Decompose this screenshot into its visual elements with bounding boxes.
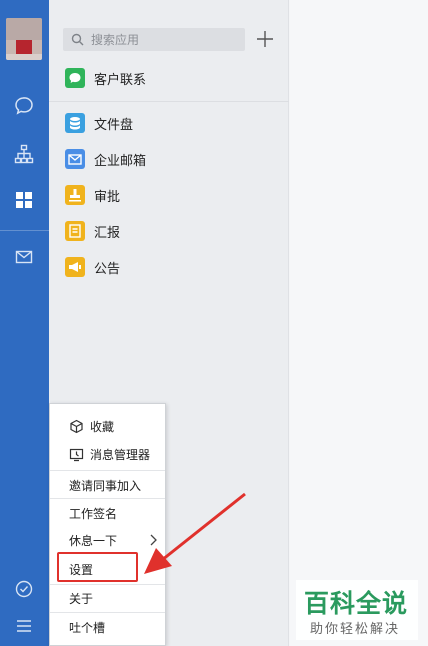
- watermark-subtitle: 助你轻松解决: [310, 622, 401, 637]
- megaphone-icon: [65, 257, 85, 277]
- search-icon: [71, 33, 84, 50]
- app-label: 文件盘: [94, 117, 134, 133]
- app-label: 审批: [94, 189, 121, 205]
- menu-item-label: 消息管理器: [90, 447, 151, 462]
- cube-icon: [69, 419, 84, 434]
- menu-item-label: 关于: [69, 591, 94, 606]
- apps-grid-icon[interactable]: [12, 188, 36, 212]
- app-label: 汇报: [94, 225, 121, 241]
- chat-bubble-icon: [65, 68, 85, 88]
- stamp-icon: [65, 185, 85, 205]
- history-icon: [69, 447, 84, 462]
- menu-icon[interactable]: [12, 614, 36, 638]
- search-box[interactable]: [63, 28, 245, 51]
- menu-item-label: 收藏: [90, 419, 115, 434]
- add-icon[interactable]: [254, 28, 276, 50]
- mail-icon[interactable]: [12, 245, 36, 269]
- org-chart-icon[interactable]: [12, 142, 36, 166]
- search-input[interactable]: [91, 30, 241, 49]
- menu-item-feedback[interactable]: 吐个槽: [50, 613, 165, 641]
- menu-item-favorites[interactable]: 收藏: [50, 412, 165, 440]
- app-label: 客户联系: [94, 72, 147, 88]
- check-circle-icon[interactable]: [12, 577, 36, 601]
- menu-item-about[interactable]: 关于: [50, 584, 165, 612]
- menu-item-message-manager[interactable]: 消息管理器: [50, 440, 165, 468]
- menu-item-label: 吐个槽: [69, 620, 106, 635]
- app-label: 企业邮箱: [94, 153, 147, 169]
- app-item-report[interactable]: 汇报: [65, 219, 120, 243]
- app-item-file-drive[interactable]: 文件盘: [65, 111, 133, 135]
- app-item-customer-contact[interactable]: 客户联系: [65, 66, 146, 90]
- left-rail: [0, 0, 49, 646]
- annotation-arrow-icon: [144, 492, 246, 574]
- document-icon: [65, 221, 85, 241]
- app-item-approval[interactable]: 审批: [65, 183, 120, 207]
- app-label: 公告: [94, 261, 121, 277]
- database-icon: [65, 113, 85, 133]
- watermark-logo: 百科全说 助你轻松解决: [296, 580, 418, 640]
- menu-item-label: 休息一下: [69, 533, 118, 548]
- message-icon[interactable]: [12, 94, 36, 118]
- menu-item-label: 工作签名: [69, 506, 118, 521]
- app-item-announcement[interactable]: 公告: [65, 255, 120, 279]
- app-item-enterprise-mail[interactable]: 企业邮箱: [65, 147, 146, 171]
- envelope-icon: [65, 149, 85, 169]
- avatar[interactable]: [6, 18, 42, 60]
- main-content-area: [290, 0, 428, 646]
- watermark-title: 百科全说: [304, 589, 409, 618]
- settings-highlight-box: [57, 552, 138, 582]
